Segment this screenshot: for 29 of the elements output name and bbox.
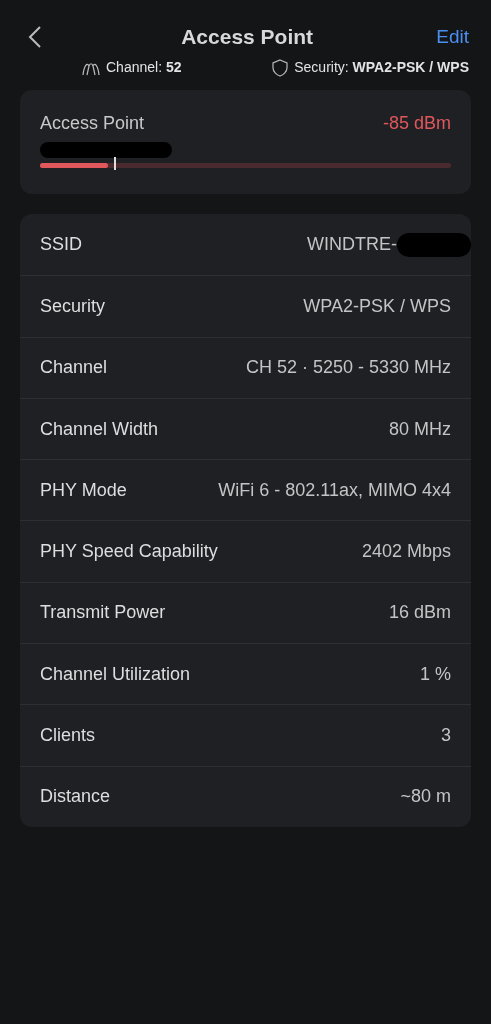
- security-label: Security: WPA2-PSK / WPS: [294, 58, 469, 77]
- detail-value: WPA2-PSK / WPS: [303, 294, 451, 318]
- detail-label: Clients: [40, 724, 96, 747]
- detail-value: WiFi 6 - 802.11ax, MIMO 4x4: [218, 478, 451, 502]
- detail-label: PHY Mode: [40, 478, 127, 502]
- detail-label: Security: [40, 294, 106, 318]
- page-title: Access Point: [181, 24, 314, 51]
- channel-label: Channel: 52: [106, 58, 182, 77]
- detail-label: Channel Width: [40, 417, 159, 441]
- detail-value: 80 MHz: [389, 417, 451, 441]
- signal-marker: [113, 157, 116, 170]
- detail-label: Transmit Power: [40, 601, 166, 625]
- edit-button[interactable]: Edit: [436, 22, 469, 52]
- detail-value: WINDTRE-: [307, 233, 397, 257]
- detail-label: Channel Utilization: [40, 662, 191, 686]
- detail-label: Channel: [40, 356, 108, 380]
- detail-value: 2402 Mbps: [361, 540, 451, 564]
- signal-title: Access Point: [40, 112, 145, 135]
- detail-label: SSID: [40, 233, 82, 257]
- detail-label: Distance: [40, 785, 111, 809]
- shield-icon: [272, 58, 289, 77]
- detail-value: CH 52 · 5250 - 5330 MHz: [245, 356, 451, 380]
- detail-value: ~80 m: [400, 785, 451, 809]
- detail-value: 1 %: [419, 662, 451, 686]
- signal-reading: -85 dBm: [382, 112, 451, 135]
- back-icon[interactable]: [28, 25, 44, 49]
- detail-value: 16 dBm: [388, 601, 451, 625]
- detail-label: PHY Speed Capability: [40, 540, 218, 564]
- detail-value: 3: [441, 724, 451, 747]
